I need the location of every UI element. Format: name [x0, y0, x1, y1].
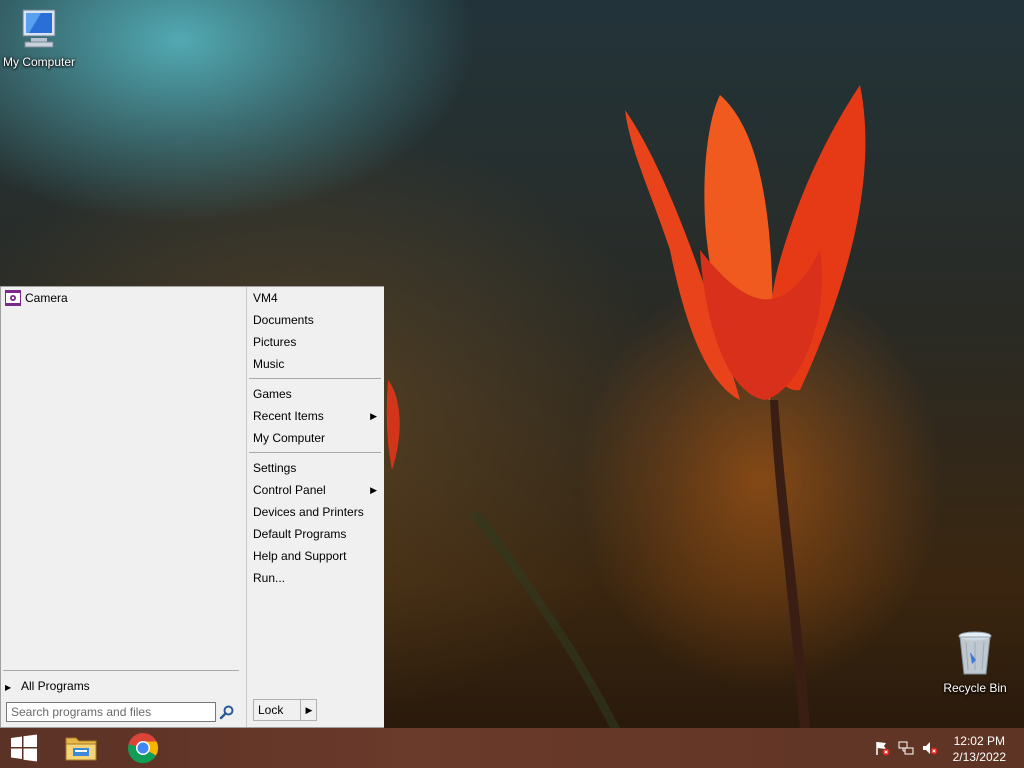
- menu-item-label: Settings: [253, 461, 297, 475]
- start-menu-programs-pane: Camera ▶ All Programs: [1, 287, 245, 727]
- menu-item-documents[interactable]: Documents: [253, 310, 379, 330]
- desktop-icon-label: Recycle Bin: [943, 681, 1007, 695]
- menu-item-label: Pictures: [253, 335, 297, 349]
- volume-muted-icon[interactable]: [922, 740, 938, 756]
- menu-item-label: Run...: [253, 571, 286, 585]
- menu-item-devices-and-printers[interactable]: Devices and Printers: [253, 502, 379, 522]
- menu-separator: [249, 378, 381, 379]
- all-programs-button[interactable]: ▶ All Programs: [5, 676, 90, 696]
- start-menu-places-pane: VM4 Documents Pictures Music Games Recen…: [246, 287, 384, 727]
- action-center-flag-icon[interactable]: [874, 740, 890, 756]
- all-programs-label: All Programs: [21, 679, 90, 693]
- menu-separator: [249, 452, 381, 453]
- clock-date: 2/13/2022: [952, 750, 1006, 764]
- menu-item-settings[interactable]: Settings: [253, 458, 379, 478]
- menu-item-label: Help and Support: [253, 549, 347, 563]
- menu-item-games[interactable]: Games: [253, 384, 379, 404]
- program-item-camera[interactable]: Camera: [5, 288, 68, 308]
- menu-item-run[interactable]: Run...: [253, 568, 379, 588]
- triangle-right-icon: ▶: [5, 683, 12, 692]
- menu-item-recent-items[interactable]: Recent Items ▶: [253, 406, 379, 426]
- lock-button-label: Lock: [258, 703, 284, 717]
- menu-item-my-computer[interactable]: My Computer: [253, 428, 379, 448]
- menu-item-music[interactable]: Music: [253, 354, 379, 374]
- menu-item-help-and-support[interactable]: Help and Support: [253, 546, 379, 566]
- search-icon[interactable]: [219, 704, 235, 720]
- menu-item-label: Control Panel: [253, 483, 326, 497]
- camera-icon: [5, 290, 21, 306]
- lock-button[interactable]: Lock: [254, 700, 304, 720]
- network-icon[interactable]: [898, 740, 914, 756]
- taskbar: 12:02 PM 2/13/2022: [0, 728, 1024, 768]
- recycle-bin-icon: [958, 631, 992, 675]
- programs-divider: [3, 670, 239, 671]
- windows-logo-icon: [11, 734, 37, 762]
- program-item-label: Camera: [25, 291, 68, 305]
- desktop-icon-recycle-bin[interactable]: Recycle Bin: [940, 630, 1010, 695]
- triangle-right-icon: ▶: [305, 705, 313, 715]
- start-menu: Camera ▶ All Programs VM4 Documents Pictu…: [0, 286, 384, 728]
- menu-item-label: Recent Items: [253, 409, 324, 423]
- menu-item-vm4[interactable]: VM4: [253, 288, 379, 308]
- start-button[interactable]: [0, 728, 48, 768]
- menu-item-label: Games: [253, 387, 292, 401]
- menu-item-control-panel[interactable]: Control Panel ▶: [253, 480, 379, 500]
- submenu-arrow-icon: ▶: [370, 485, 377, 495]
- submenu-arrow-icon: ▶: [370, 411, 377, 421]
- menu-item-label: My Computer: [253, 431, 326, 445]
- menu-item-label: Documents: [253, 313, 314, 327]
- search-input[interactable]: [6, 702, 216, 722]
- desktop-icon-my-computer[interactable]: My Computer: [0, 8, 78, 69]
- clock-time: 12:02 PM: [953, 734, 1005, 748]
- chrome-icon: [128, 733, 158, 764]
- taskbar-clock[interactable]: 12:02 PM 2/13/2022: [953, 733, 1006, 765]
- file-explorer-icon: [65, 737, 97, 761]
- power-button-group: Lock ▶: [253, 699, 317, 721]
- menu-item-label: Devices and Printers: [253, 505, 364, 519]
- menu-item-label: Default Programs: [253, 527, 347, 541]
- menu-item-label: Music: [253, 357, 285, 371]
- taskbar-chrome-button[interactable]: [118, 728, 168, 768]
- power-options-arrow-button[interactable]: ▶: [300, 700, 317, 720]
- desktop-icon-label: My Computer: [2, 55, 76, 69]
- computer-icon: [22, 9, 56, 48]
- taskbar-file-explorer-button[interactable]: [56, 728, 106, 768]
- menu-item-default-programs[interactable]: Default Programs: [253, 524, 379, 544]
- menu-item-label: VM4: [253, 291, 278, 305]
- menu-item-pictures[interactable]: Pictures: [253, 332, 379, 352]
